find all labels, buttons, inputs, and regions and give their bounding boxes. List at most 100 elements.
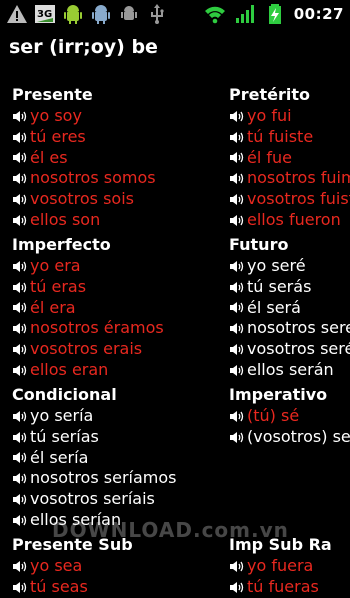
conjugation-row[interactable]: él fue xyxy=(229,148,350,169)
speaker-icon xyxy=(13,364,27,376)
conjugation-row[interactable]: vosotros erais xyxy=(12,339,232,360)
conjugation-text: él fue xyxy=(247,147,292,167)
conjugation-text: nosotros fuimos xyxy=(247,168,350,188)
conjugation-row[interactable]: yo seré xyxy=(229,256,350,277)
conjugation-row[interactable]: vosotros seréis xyxy=(229,339,350,360)
speaker-icon xyxy=(13,560,27,572)
conjugation-row[interactable]: nosotros éramos xyxy=(12,318,232,339)
status-bar: 3G 00:27 xyxy=(0,0,350,28)
speaker-icon xyxy=(230,194,244,206)
conjugation-row[interactable]: nosotros seremos xyxy=(229,318,350,339)
conjugation-text: yo sea xyxy=(30,556,83,575)
conjugation-text: nosotros seremos xyxy=(247,318,350,338)
speaker-icon xyxy=(13,431,27,443)
conjugation-row[interactable]: yo soy xyxy=(12,106,232,127)
conjugation-text: él será xyxy=(247,297,301,317)
speaker-icon xyxy=(230,410,244,422)
conjugation-row[interactable]: tú eres xyxy=(12,127,232,148)
conjugation-text: tú eres xyxy=(30,126,86,146)
conjugation-row[interactable]: yo era xyxy=(12,256,232,277)
conjugation-row[interactable]: yo sería xyxy=(12,406,232,427)
conjugation-row[interactable]: ellos son xyxy=(12,210,232,231)
conjugation-row[interactable]: ellos serán xyxy=(229,360,350,381)
clock: 00:27 xyxy=(293,5,344,23)
conjugation-text: yo sería xyxy=(30,406,94,425)
conjugation-text: ellos son xyxy=(30,209,101,229)
tense-title: Presente xyxy=(12,85,93,104)
tense-preterito: Pretérito yo fui tú fuiste él fue nosotr… xyxy=(229,84,350,231)
conjugation-row[interactable]: vosotros sois xyxy=(12,189,232,210)
conjugation-row[interactable]: ellos fueron xyxy=(229,210,350,231)
tense-imp-sub-ra: Imp Sub Ra yo fuera tú fueras xyxy=(229,534,350,598)
conjugation-row[interactable]: tú serías xyxy=(12,427,232,448)
conjugation-row[interactable]: (vosotros) sed xyxy=(229,427,350,448)
speaker-icon xyxy=(13,152,27,164)
speaker-icon xyxy=(13,131,27,143)
debug-icon xyxy=(121,6,137,20)
conjugation-row[interactable]: yo sea xyxy=(12,556,232,577)
conjugation-row[interactable]: yo fuera xyxy=(229,556,350,577)
conjugation-text: ellos eran xyxy=(30,359,109,379)
speaker-icon xyxy=(13,302,27,314)
conjugation-text: vosotros erais xyxy=(30,339,143,359)
speaker-icon xyxy=(230,364,244,376)
conjugation-row[interactable]: tú fueras xyxy=(229,577,350,598)
speaker-icon xyxy=(230,302,244,314)
warning-icon xyxy=(7,5,27,23)
speaker-icon xyxy=(230,323,244,335)
conjugation-row[interactable]: él sería xyxy=(12,448,232,469)
battery-charging-icon xyxy=(268,4,281,24)
conjugation-text: nosotros somos xyxy=(30,168,156,188)
conjugation-row[interactable]: tú serás xyxy=(229,277,350,298)
conjugation-text: nosotros seríamos xyxy=(30,468,177,488)
conjugation-text: él es xyxy=(30,147,68,167)
speaker-icon xyxy=(230,281,244,293)
conjugation-row[interactable]: nosotros seríamos xyxy=(12,468,232,489)
speaker-icon xyxy=(13,173,27,185)
conjugation-text: tú eras xyxy=(30,276,87,296)
speaker-icon xyxy=(13,323,27,335)
conjugation-text: yo fuera xyxy=(247,556,314,575)
tense-title: Condicional xyxy=(12,385,117,404)
conjugation-text: tú seas xyxy=(30,576,88,596)
conjugation-text: él sería xyxy=(30,447,89,467)
conjugation-row[interactable]: tú seas xyxy=(12,577,232,598)
conjugation-text: vosotros seréis xyxy=(247,339,350,359)
tense-condicional: Condicional yo sería tú serías él sería … xyxy=(12,384,232,531)
conjugation-row[interactable]: tú fuiste xyxy=(229,127,350,148)
conjugation-row[interactable]: ellos eran xyxy=(12,360,232,381)
conjugation-row[interactable]: (tú) sé xyxy=(229,406,350,427)
conjugation-text: tú fuiste xyxy=(247,126,314,146)
conjugation-row[interactable]: tú eras xyxy=(12,277,232,298)
conjugation-text: yo era xyxy=(30,256,81,275)
tense-title: Imperfecto xyxy=(12,235,111,254)
page-title: ser (irr;oy) be xyxy=(9,36,158,58)
conjugation-row[interactable]: vosotros seríais xyxy=(12,489,232,510)
conjugation-row[interactable]: yo fui xyxy=(229,106,350,127)
wifi-icon xyxy=(204,6,225,24)
conjugation-row[interactable]: nosotros somos xyxy=(12,168,232,189)
conjugation-row[interactable]: vosotros fuisteis xyxy=(229,189,350,210)
notification-icons: 3G xyxy=(6,3,168,25)
conjugation-row[interactable]: él es xyxy=(12,148,232,169)
conjugation-text: tú serás xyxy=(247,276,312,296)
conjugation-row[interactable]: él era xyxy=(12,298,232,319)
speaker-icon xyxy=(13,281,27,293)
usb-icon xyxy=(151,4,164,24)
conjugation-row[interactable]: él será xyxy=(229,298,350,319)
conjugation-text: vosotros fuisteis xyxy=(247,189,350,209)
conjugation-text: nosotros éramos xyxy=(30,318,164,338)
conjugation-text: vosotros sois xyxy=(30,189,134,209)
conjugation-text: (vosotros) sed xyxy=(247,426,350,446)
conjugation-row[interactable]: nosotros fuimos xyxy=(229,168,350,189)
speaker-icon xyxy=(13,344,27,356)
speaker-icon xyxy=(230,560,244,572)
speaker-icon xyxy=(13,194,27,206)
tense-presente-sub: Presente Sub yo sea tú seas xyxy=(12,534,232,598)
conjugation-text: ellos fueron xyxy=(247,209,341,229)
speaker-icon xyxy=(230,214,244,226)
speaker-icon xyxy=(230,344,244,356)
speaker-icon xyxy=(230,173,244,185)
speaker-icon xyxy=(230,131,244,143)
tense-imperativo: Imperativo (tú) sé (vosotros) sed xyxy=(229,384,350,448)
